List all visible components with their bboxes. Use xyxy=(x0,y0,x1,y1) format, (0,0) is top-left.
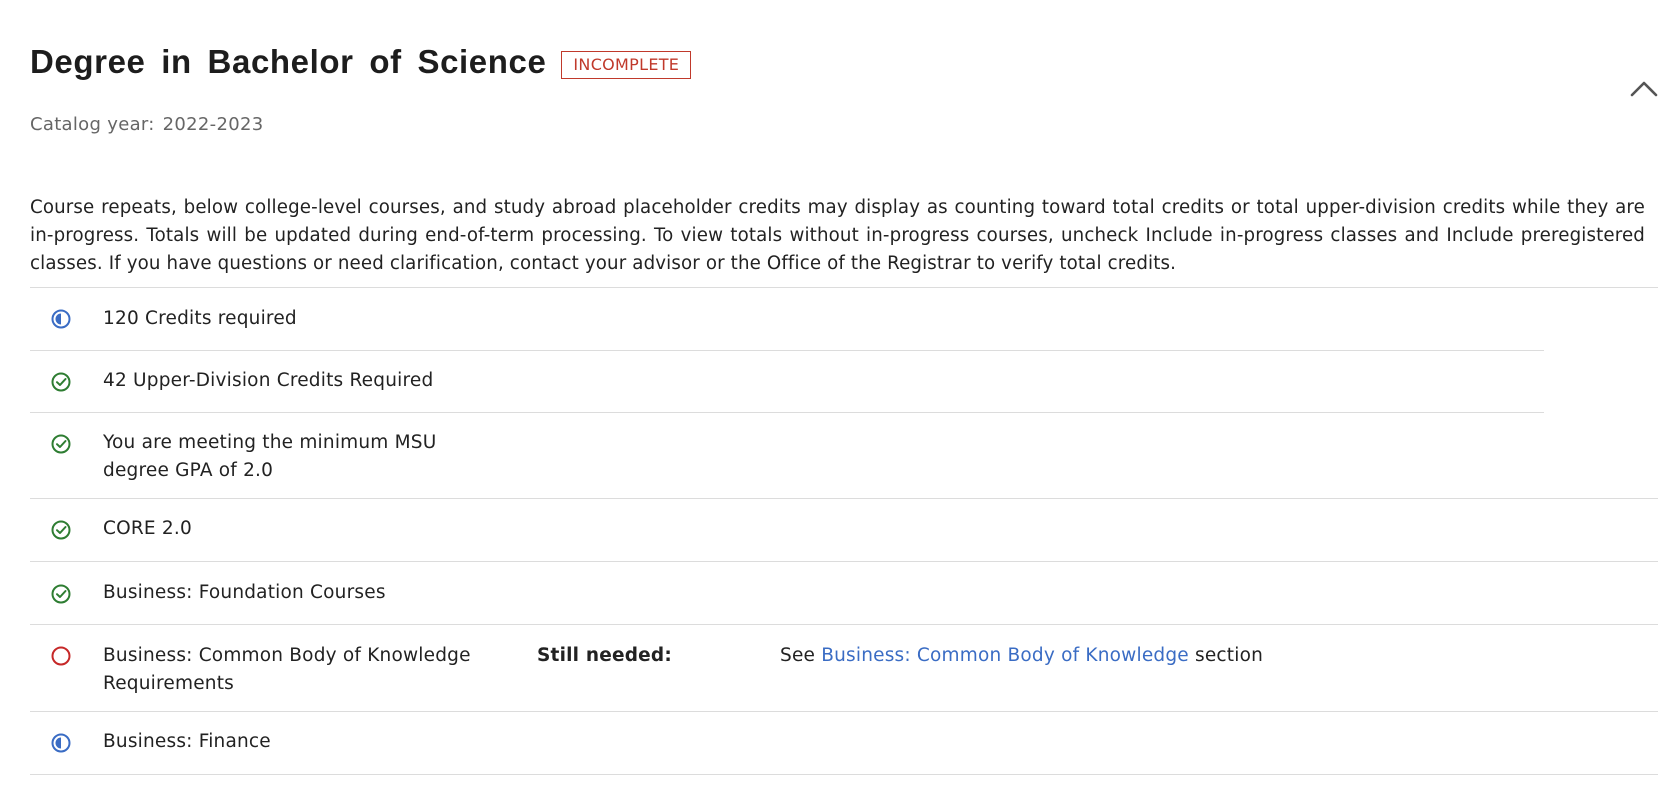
requirement-label: Business: Finance xyxy=(103,731,271,752)
requirement-label: 120 Credits required xyxy=(103,308,297,329)
requirement-row[interactable]: Business: Finance xyxy=(30,711,1658,775)
see-suffix: section xyxy=(1194,645,1264,666)
half-circle-icon xyxy=(51,309,71,329)
requirement-row[interactable]: You are meeting the minimum MSU degree G… xyxy=(30,412,1658,498)
check-circle-icon xyxy=(51,520,71,540)
requirement-row[interactable]: 42 Upper-Division Credits Required xyxy=(30,350,1658,412)
still-needed-detail: See Business: Common Body of Knowledge s… xyxy=(780,642,1263,670)
requirement-label: Business: Common Body of Knowledge Requi… xyxy=(103,645,471,694)
check-circle-icon xyxy=(51,372,71,392)
collapse-button[interactable] xyxy=(1629,76,1659,102)
requirement-label: Business: Foundation Courses xyxy=(103,582,386,603)
check-circle-icon xyxy=(51,584,71,604)
row-divider xyxy=(30,412,1544,413)
chevron-up-icon xyxy=(1630,81,1658,97)
catalog-year-label: Catalog year: xyxy=(30,114,155,135)
still-needed-label: Still needed: xyxy=(537,645,672,666)
check-circle-icon xyxy=(51,434,71,454)
row-divider xyxy=(30,350,1544,351)
requirements-list: 120 Credits required 42 Upper-Division C… xyxy=(30,287,1658,775)
common-body-knowledge-link[interactable]: Business: Common Body of Knowledge xyxy=(821,645,1189,666)
requirement-row[interactable]: CORE 2.0 xyxy=(30,498,1658,561)
degree-panel: Degree in Bachelor of Science INCOMPLETE… xyxy=(0,0,1677,809)
degree-header: Degree in Bachelor of Science INCOMPLETE xyxy=(30,42,692,82)
requirement-row[interactable]: Business: Foundation Courses xyxy=(30,561,1658,624)
see-prefix: See xyxy=(780,645,816,666)
requirement-row[interactable]: Business: Common Body of Knowledge Requi… xyxy=(30,624,1658,711)
catalog-year-value: 2022-2023 xyxy=(162,114,264,135)
status-badge: INCOMPLETE xyxy=(561,51,692,79)
requirement-label: You are meeting the minimum MSU degree G… xyxy=(103,432,437,481)
page-title: Degree in Bachelor of Science xyxy=(30,43,547,80)
catalog-year: Catalog year: 2022-2023 xyxy=(30,114,263,135)
empty-circle-icon xyxy=(51,646,71,666)
requirement-label: CORE 2.0 xyxy=(103,518,192,539)
requirement-label: 42 Upper-Division Credits Required xyxy=(103,370,434,391)
requirement-row[interactable]: 120 Credits required xyxy=(30,287,1658,350)
credits-notice: Course repeats, below college-level cour… xyxy=(30,197,1645,274)
half-circle-icon xyxy=(51,733,71,753)
